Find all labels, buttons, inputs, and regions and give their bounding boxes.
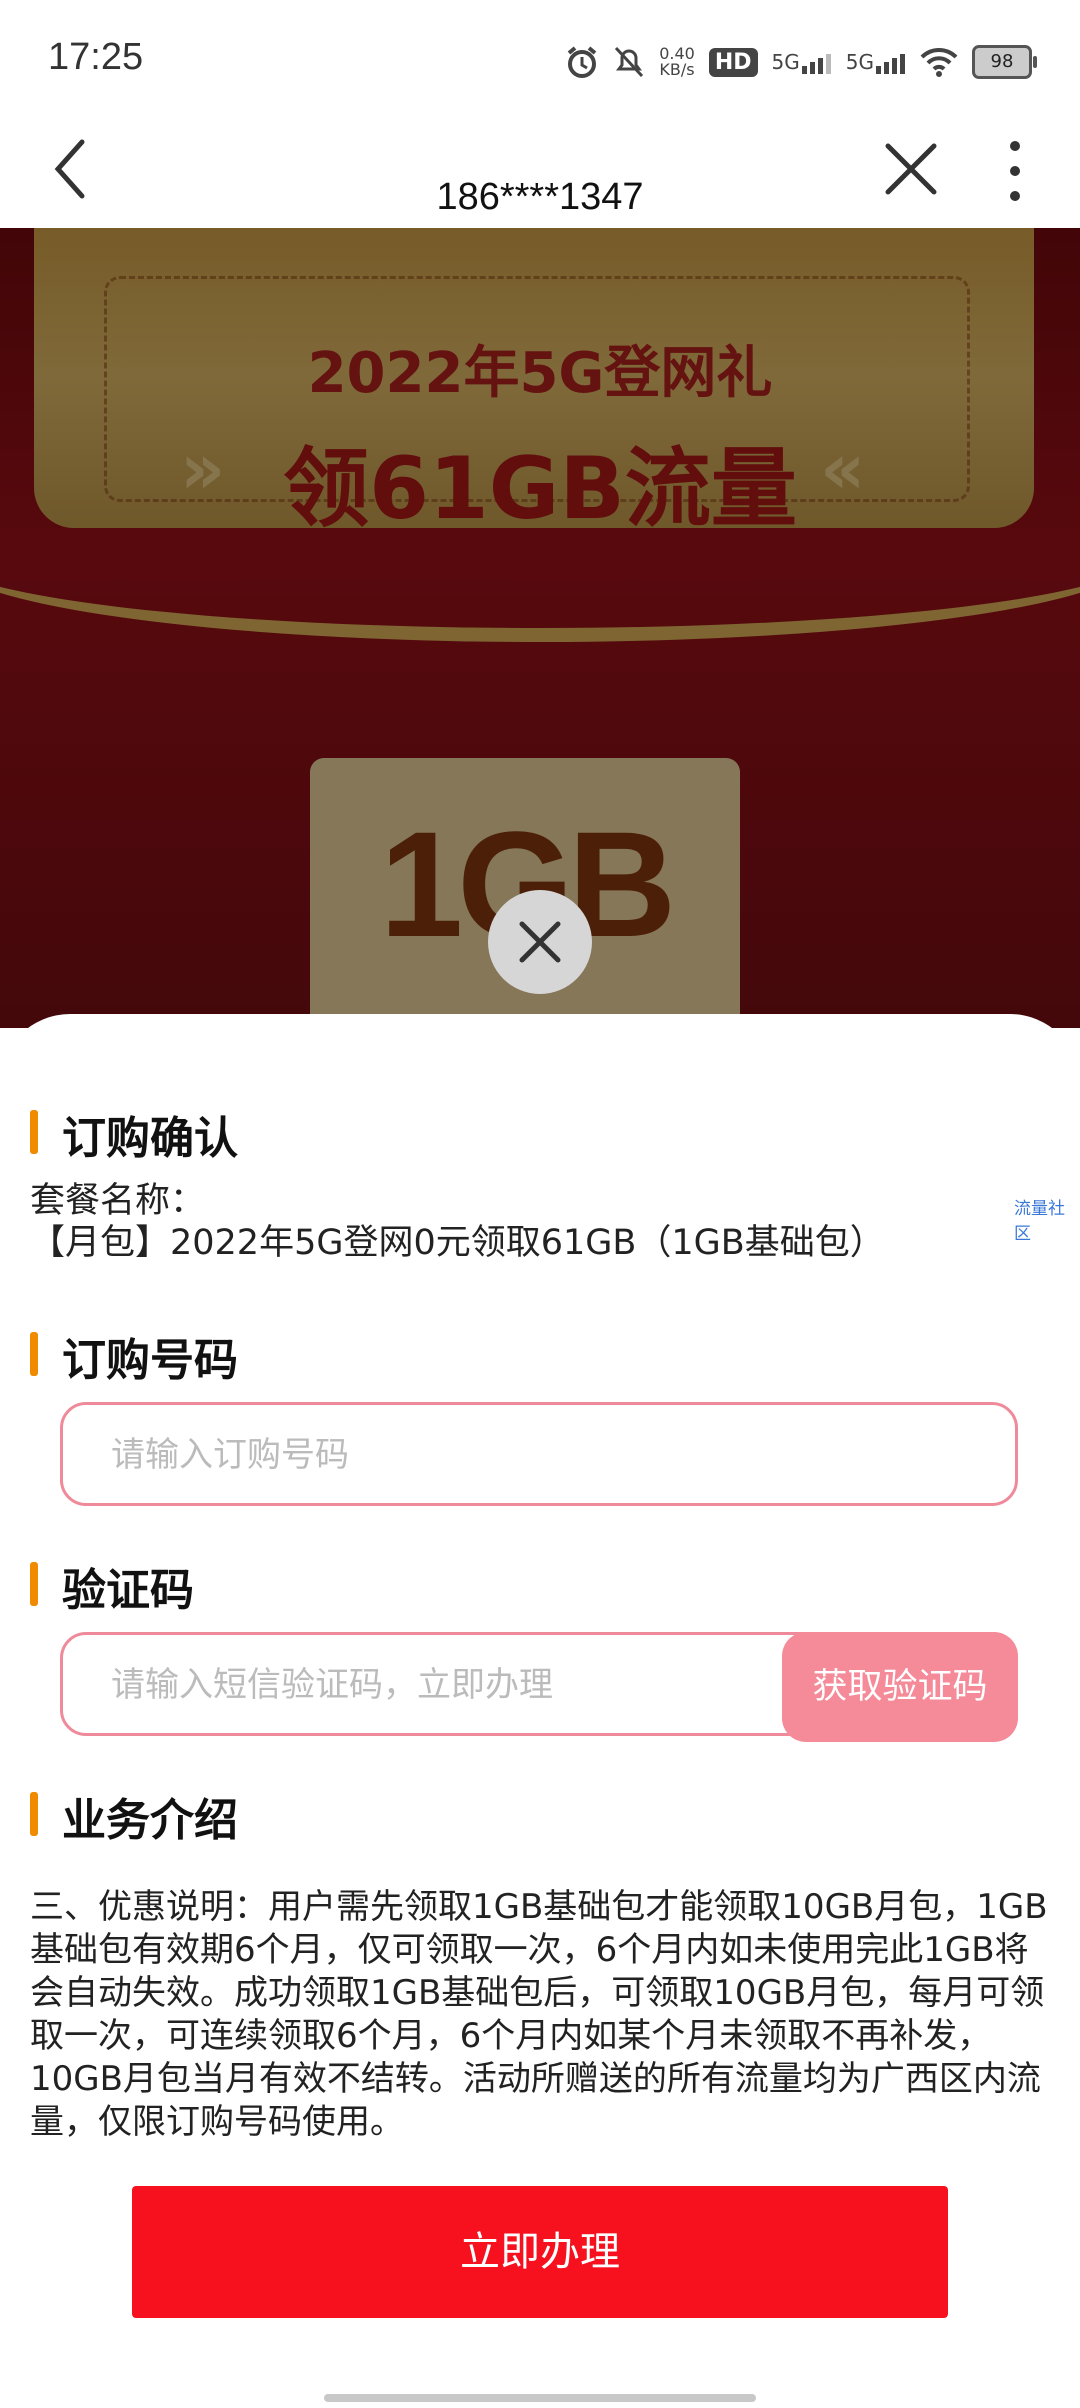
order-number-field[interactable] <box>60 1402 1018 1506</box>
alarm-icon <box>567 46 597 78</box>
battery-icon: 98 <box>972 45 1037 79</box>
status-time: 17:25 <box>48 36 144 78</box>
section-marker <box>30 1562 38 1606</box>
section-marker <box>30 1332 38 1376</box>
mute-icon <box>615 46 644 78</box>
order-number-input[interactable] <box>109 1405 973 1505</box>
order-confirm-title: 订购确认 <box>62 1113 238 1164</box>
more-icon[interactable] <box>990 136 1040 206</box>
net-speed: 0.40 KB/s <box>659 44 695 79</box>
hd-badge: HD <box>708 47 758 77</box>
code-input[interactable] <box>109 1635 753 1735</box>
sheet-close-button[interactable] <box>488 890 592 994</box>
code-field[interactable]: 获取验证码 <box>60 1632 1018 1742</box>
code-title: 验证码 <box>62 1565 194 1616</box>
wifi-icon <box>920 47 958 77</box>
submit-button[interactable]: 立即办理 <box>132 2186 948 2318</box>
order-number-title: 订购号码 <box>62 1335 238 1386</box>
signal-icon: 5G <box>772 50 832 74</box>
package-name: 套餐名称：【月包】2022年5G登网0元领取61GB（1GB基础包） <box>30 1181 885 1263</box>
close-icon <box>519 921 561 963</box>
intro-title: 业务介绍 <box>62 1795 238 1846</box>
status-bar: 17:25 0.40 KB/s HD 5G 5G 98 <box>0 0 1080 120</box>
section-marker <box>30 1792 38 1836</box>
side-tag[interactable]: 流量社区 <box>1014 1194 1080 1244</box>
section-marker <box>30 1110 38 1154</box>
close-icon[interactable] <box>880 138 942 200</box>
signal-icon-2: 5G <box>846 50 906 74</box>
intro-text: 三、优惠说明：用户需先领取1GB基础包才能领取10GB月包，1GB基础包有效期6… <box>30 1887 1048 2142</box>
home-indicator[interactable] <box>324 2394 756 2402</box>
status-icons: 0.40 KB/s HD 5G 5G 98 <box>565 40 1037 84</box>
get-code-button[interactable]: 获取验证码 <box>782 1632 1018 1742</box>
title-bar: 186****1347 <box>0 120 1080 228</box>
